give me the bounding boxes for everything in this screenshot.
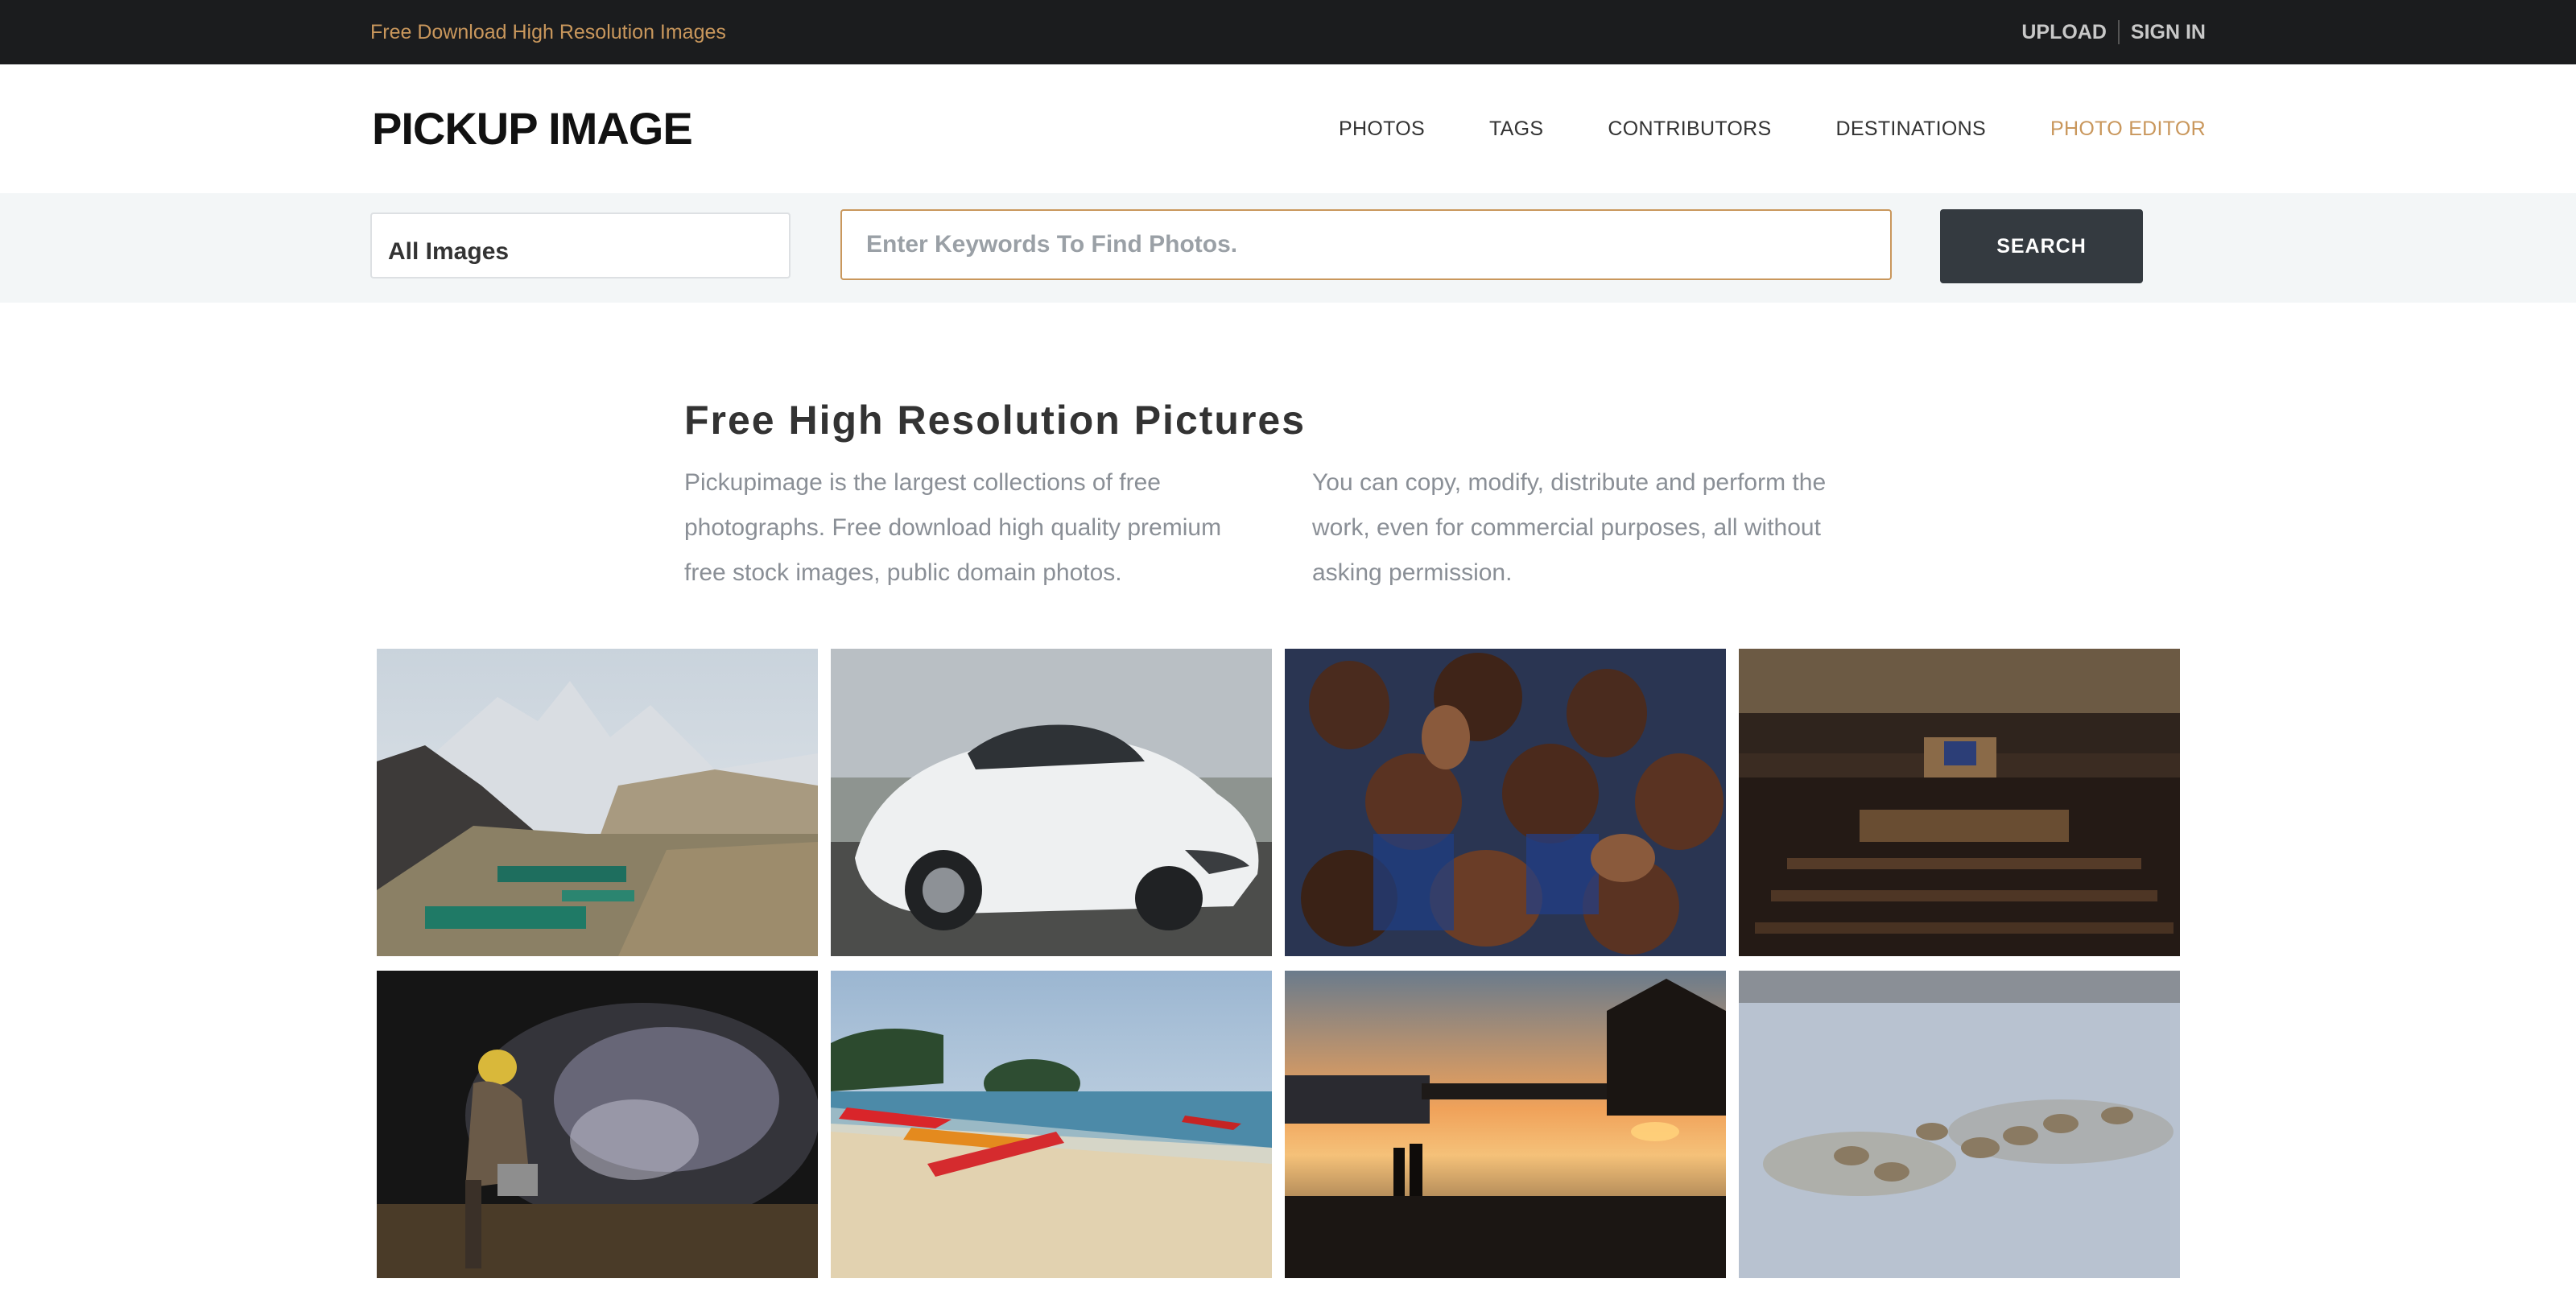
photo-grid [377,649,2180,1278]
photo-miner-tunnel-image [377,971,818,1278]
photo-congress-hall-image [1739,649,2180,956]
photo-antelope-snow[interactable] [1739,971,2180,1278]
nav-tags[interactable]: TAGS [1489,118,1543,141]
account-links: UPLOAD SIGN IN [2021,0,2206,64]
photo-mountain-village-image [377,649,818,956]
photo-children-waving-image [1285,649,1726,956]
site-logo[interactable]: PICKUP IMAGE [372,105,693,153]
nav-photo-editor[interactable]: PHOTO EDITOR [2050,118,2206,141]
search-button[interactable]: SEARCH [1940,209,2143,283]
category-select-value: All Images [388,238,510,265]
photo-antelope-snow-image [1739,971,2180,1278]
nav-photos[interactable]: PHOTOS [1339,118,1425,141]
search-bar: All Images SEARCH [0,193,2576,303]
intro-text-right: You can copy, modify, distribute and per… [1312,469,1827,586]
photo-white-car-image [831,649,1272,956]
sign-in-link[interactable]: SIGN IN [2131,21,2206,44]
site-header: PICKUP IMAGE PHOTOS TAGS CONTRIBUTORS DE… [0,64,2576,193]
photo-white-car[interactable] [831,649,1272,956]
divider [2117,20,2120,44]
category-select[interactable]: All Images [370,212,791,278]
photo-miner-tunnel[interactable] [377,971,818,1278]
site-tagline: Free Download High Resolution Images [370,21,726,43]
photo-children-waving[interactable] [1285,649,1726,956]
top-bar: Free Download High Resolution Images UPL… [0,0,2576,64]
photo-mountain-village[interactable] [377,649,818,956]
photo-congress-hall[interactable] [1739,649,2180,956]
upload-link[interactable]: UPLOAD [2021,21,2107,44]
main-nav: PHOTOS TAGS CONTRIBUTORS DESTINATIONS PH… [1274,64,2206,193]
page-title: Free High Resolution Pictures [684,398,1307,443]
photo-kayaks-beach-image [831,971,1272,1278]
nav-destinations[interactable]: DESTINATIONS [1836,118,1987,141]
photo-sunset-pier[interactable] [1285,971,1726,1278]
photo-kayaks-beach[interactable] [831,971,1272,1278]
nav-contributors[interactable]: CONTRIBUTORS [1608,118,1771,141]
photo-sunset-pier-image [1285,971,1726,1278]
search-input[interactable] [840,209,1892,280]
intro-text-left: Pickupimage is the largest collections o… [684,469,1222,586]
